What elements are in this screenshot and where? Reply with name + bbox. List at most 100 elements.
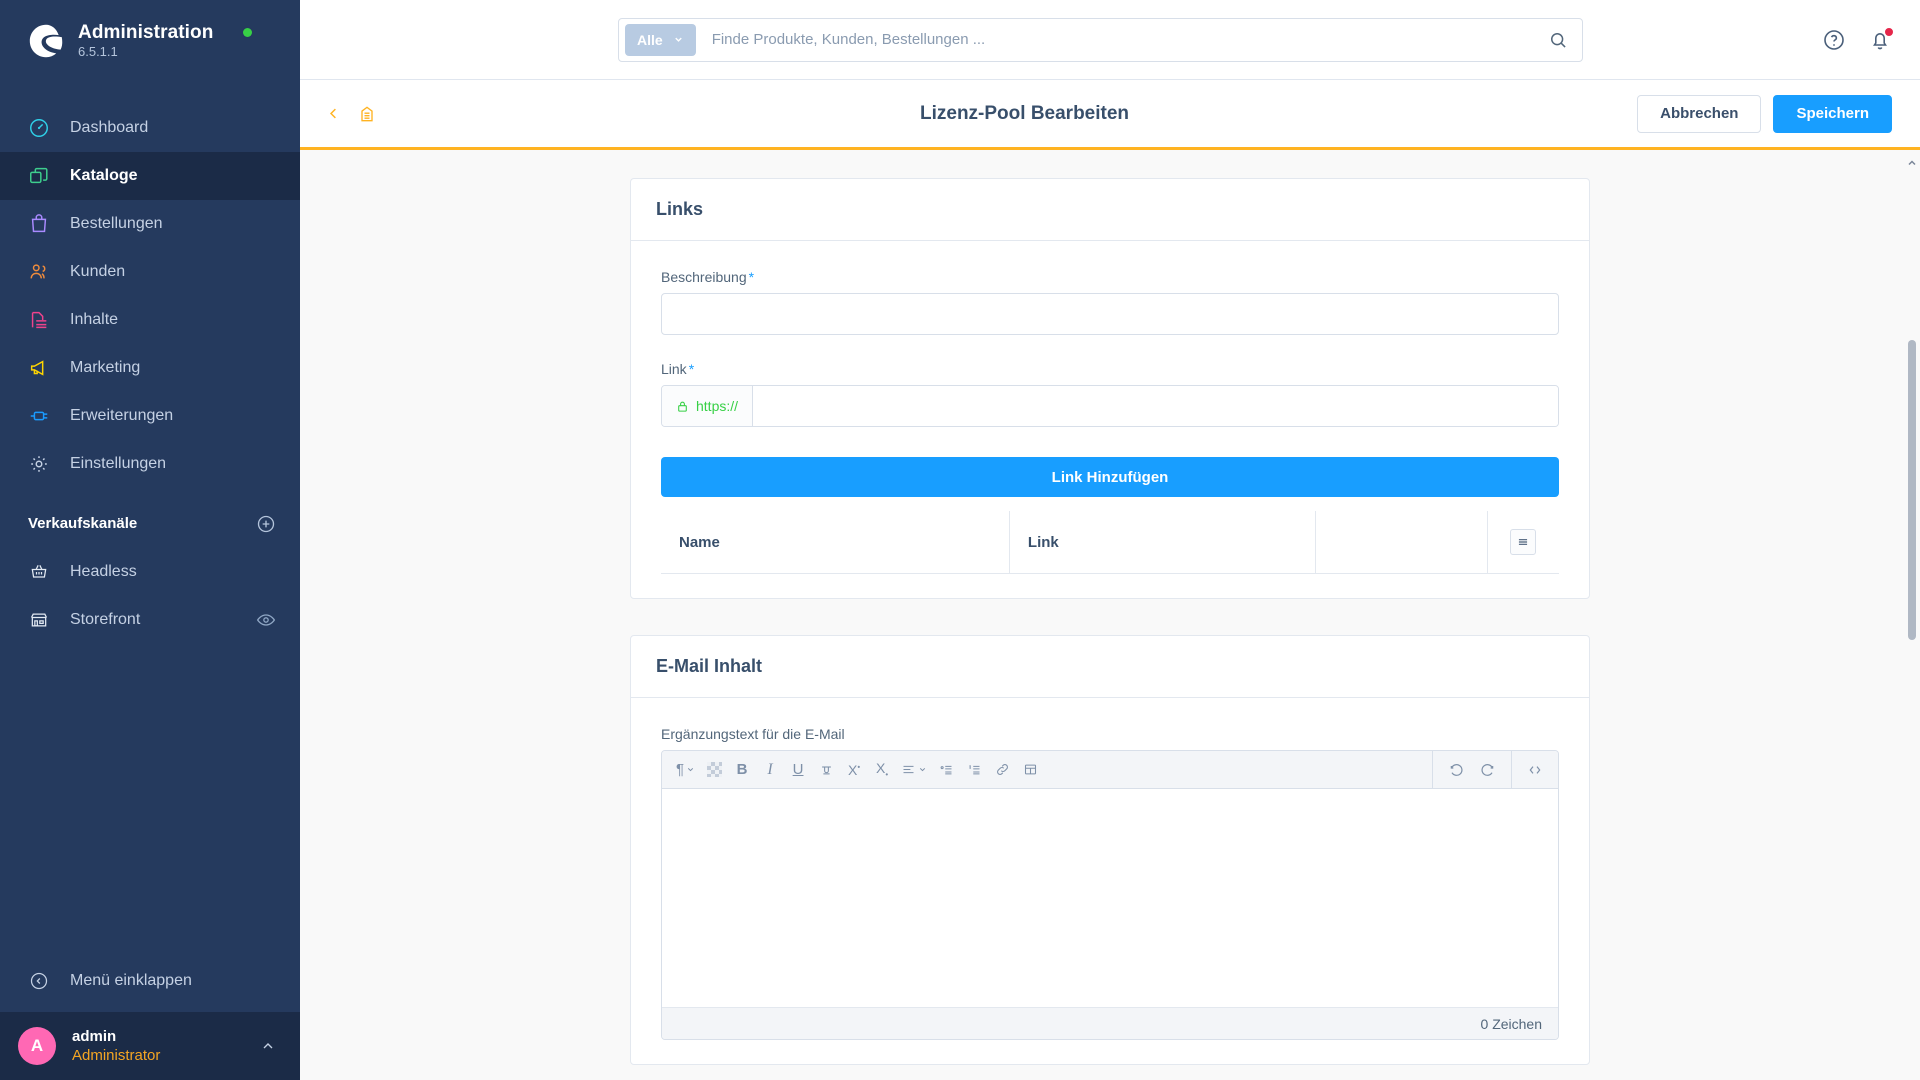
- add-link-button[interactable]: Link Hinzufügen: [661, 457, 1559, 497]
- sidebar-item-kataloge[interactable]: Kataloge: [0, 151, 300, 200]
- undo-icon[interactable]: [1443, 756, 1469, 784]
- storefront-icon: [28, 609, 50, 631]
- notification-badge: [1884, 26, 1894, 37]
- help-circle-icon[interactable]: [1822, 28, 1846, 52]
- table-settings-icon[interactable]: [1510, 529, 1537, 555]
- search-icon[interactable]: [1548, 30, 1568, 50]
- search-scope-button[interactable]: Alle: [625, 23, 696, 56]
- sidebar-item-erweiterungen[interactable]: Erweiterungen: [0, 392, 300, 440]
- sidebar-item-label: Bestellungen: [70, 214, 163, 232]
- sidebar-item-storefront[interactable]: Storefront: [0, 596, 300, 644]
- description-label: Beschreibung *: [661, 269, 1559, 285]
- text-align-icon[interactable]: [897, 756, 931, 784]
- link-label: Link *: [661, 361, 1559, 377]
- text-color-icon[interactable]: [701, 756, 727, 784]
- column-header-actions: [1315, 511, 1488, 574]
- sidebar-item-label: Marketing: [70, 358, 141, 376]
- email-card-header: E-Mail Inhalt: [631, 636, 1589, 698]
- brand-title: Administration: [78, 22, 214, 43]
- breadcrumb: [326, 104, 377, 124]
- orders-bag-icon: [28, 213, 50, 235]
- chevron-up-icon[interactable]: [260, 1038, 276, 1054]
- link-field-group: Link * https://: [661, 361, 1559, 427]
- code-group: [1512, 751, 1558, 788]
- description-input[interactable]: [661, 293, 1559, 335]
- user-name: admin: [72, 1027, 117, 1045]
- cancel-button[interactable]: Abbrechen: [1637, 94, 1762, 133]
- sidebar-item-label: Dashboard: [70, 118, 149, 136]
- sidebar-item-bestellungen[interactable]: Bestellungen: [0, 200, 300, 248]
- sidebar-item-marketing[interactable]: Marketing: [0, 344, 300, 392]
- plus-circle-icon[interactable]: [256, 514, 276, 534]
- underline-icon[interactable]: U: [785, 756, 811, 784]
- sidebar: Administration 6.5.1.1 Dashboard Katalog…: [0, 0, 300, 1080]
- table-icon[interactable]: [1017, 756, 1043, 784]
- sidebar-item-label: Erweiterungen: [70, 406, 174, 424]
- link-input[interactable]: [753, 386, 1558, 426]
- chevron-left-icon[interactable]: [326, 106, 341, 121]
- user-role: Administrator: [72, 1047, 161, 1064]
- italic-icon[interactable]: I: [757, 756, 783, 784]
- extensions-plug-icon: [28, 405, 50, 427]
- sidebar-item-dashboard[interactable]: Dashboard: [0, 104, 300, 152]
- link-input-group: https://: [661, 385, 1559, 427]
- main-navigation: Dashboard Kataloge Bestellungen Kunden I…: [0, 104, 300, 488]
- collapse-left-icon: [28, 970, 50, 992]
- sidebar-item-headless[interactable]: Headless: [0, 548, 300, 596]
- global-search: Alle: [618, 17, 1583, 62]
- bullet-list-icon[interactable]: [933, 756, 959, 784]
- superscript-icon[interactable]: X•: [841, 756, 867, 784]
- links-card-body: Beschreibung * Link * https:// Link Hinz…: [631, 241, 1589, 598]
- character-count: 0 Zeichen: [1480, 1015, 1542, 1032]
- license-module-icon[interactable]: [357, 104, 377, 124]
- search-scope-label: Alle: [637, 31, 663, 48]
- sidebar-item-label: Headless: [70, 562, 137, 580]
- editor-toolbar-left: ¶ B I U X• X•: [662, 756, 1432, 784]
- history-group: [1433, 751, 1511, 788]
- sidebar-item-kunden[interactable]: Kunden: [0, 248, 300, 296]
- column-header-link[interactable]: Link: [1009, 511, 1316, 574]
- numbered-list-icon[interactable]: [961, 756, 987, 784]
- column-header-settings: [1487, 511, 1559, 574]
- strikethrough-icon[interactable]: [813, 756, 839, 784]
- search-input[interactable]: [695, 18, 1548, 61]
- email-card-title: E-Mail Inhalt: [656, 656, 763, 676]
- eye-icon[interactable]: [256, 610, 276, 630]
- catalog-copy-icon: [28, 165, 50, 187]
- collapse-menu-button[interactable]: Menü einklappen: [0, 950, 300, 1012]
- content-scroll-area: Links Beschreibung * Link * https:// Lin…: [300, 150, 1920, 1080]
- column-header-name[interactable]: Name: [661, 511, 1010, 574]
- brand-header[interactable]: Administration 6.5.1.1: [0, 0, 300, 82]
- required-marker: *: [748, 269, 755, 285]
- required-marker: *: [688, 361, 695, 377]
- email-content-card: E-Mail Inhalt Ergänzungstext für die E-M…: [630, 635, 1590, 1065]
- email-editor-label: Ergänzungstext für die E-Mail: [661, 726, 845, 742]
- sales-channels-heading: Verkaufskanäle: [28, 515, 138, 533]
- link-icon[interactable]: [989, 756, 1015, 784]
- redo-icon[interactable]: [1475, 756, 1501, 784]
- dashboard-gauge-icon: [28, 117, 50, 139]
- collapse-menu-label: Menü einklappen: [70, 972, 192, 989]
- vertical-scrollbar[interactable]: [1908, 340, 1916, 640]
- scroll-up-arrow-icon[interactable]: [1906, 156, 1918, 168]
- sidebar-item-label: Einstellungen: [70, 454, 167, 472]
- user-profile-bar[interactable]: A admin Administrator: [0, 1012, 300, 1080]
- save-button[interactable]: Speichern: [1773, 94, 1892, 133]
- sidebar-item-label: Kunden: [70, 262, 126, 280]
- page-header-actions: Abbrechen Speichern: [1637, 94, 1892, 133]
- editor-footer: 0 Zeichen: [662, 1007, 1558, 1039]
- shopware-logo-icon: [29, 24, 63, 58]
- subscript-icon[interactable]: X•: [869, 756, 895, 784]
- sidebar-item-einstellungen[interactable]: Einstellungen: [0, 440, 300, 488]
- links-card-title: Links: [656, 199, 704, 219]
- avatar: A: [18, 1027, 56, 1065]
- paragraph-format-icon[interactable]: ¶: [672, 756, 699, 784]
- editor-content-area[interactable]: [662, 789, 1558, 1007]
- bold-icon[interactable]: B: [729, 756, 755, 784]
- top-bar: Alle: [300, 0, 1920, 80]
- sidebar-item-inhalte[interactable]: Inhalte: [0, 296, 300, 344]
- bell-icon[interactable]: [1868, 26, 1894, 52]
- code-view-icon[interactable]: [1522, 756, 1548, 784]
- basket-icon: [28, 561, 50, 583]
- customers-users-icon: [28, 261, 50, 283]
